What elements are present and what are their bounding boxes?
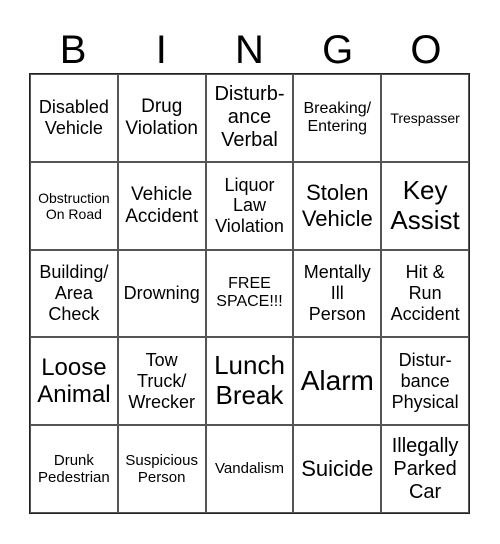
bingo-cell[interactable]: Stolen Vehicle (293, 161, 382, 250)
bingo-cell[interactable]: Obstruction On Road (30, 161, 118, 250)
bingo-cell[interactable]: Liquor Law Violation (205, 161, 294, 250)
bingo-cell[interactable]: Alarm (293, 337, 382, 426)
bingo-cell[interactable]: Disabled Vehicle (30, 74, 118, 162)
bingo-cell[interactable]: Breaking/ Entering (293, 74, 382, 162)
bingo-cell[interactable]: Mentally Ill Person (293, 249, 382, 338)
bingo-cell[interactable]: Key Assist (381, 161, 469, 250)
bingo-cell[interactable]: Building/ Area Check (30, 249, 118, 338)
bingo-cell[interactable]: Hit & Run Accident (381, 249, 469, 338)
bingo-cell[interactable]: Lunch Break (205, 337, 294, 426)
bingo-cell[interactable]: Vehicle Accident (117, 161, 206, 250)
header-letter-o: O (410, 28, 442, 72)
free-space-cell[interactable]: FREE SPACE!!! (205, 249, 294, 338)
bingo-header: B I N G O (29, 28, 470, 72)
bingo-grid: Disabled Vehicle Drug Violation Disturb- a… (29, 73, 470, 514)
bingo-cell[interactable]: Trespasser (381, 74, 469, 162)
header-letter-n: N (235, 28, 264, 72)
bingo-cell[interactable]: Drug Violation (117, 74, 206, 162)
bingo-cell[interactable]: Drunk Pedestrian (30, 425, 118, 513)
header-letter-g: G (322, 28, 354, 72)
bingo-cell[interactable]: Tow Truck/ Wrecker (117, 337, 206, 426)
bingo-cell[interactable]: Suicide (293, 425, 382, 513)
header-letter-i: I (155, 28, 167, 72)
bingo-cell[interactable]: Disturb- ance Verbal (205, 74, 294, 162)
bingo-cell[interactable]: Distur- bance Physical (381, 337, 469, 426)
bingo-cell[interactable]: Loose Animal (30, 337, 118, 426)
bingo-cell[interactable]: Suspicious Person (117, 425, 206, 513)
bingo-cell[interactable]: Vandalism (205, 425, 294, 513)
bingo-cell[interactable]: Drowning (117, 249, 206, 338)
header-letter-b: B (59, 28, 87, 72)
bingo-cell[interactable]: Illegally Parked Car (381, 425, 469, 513)
